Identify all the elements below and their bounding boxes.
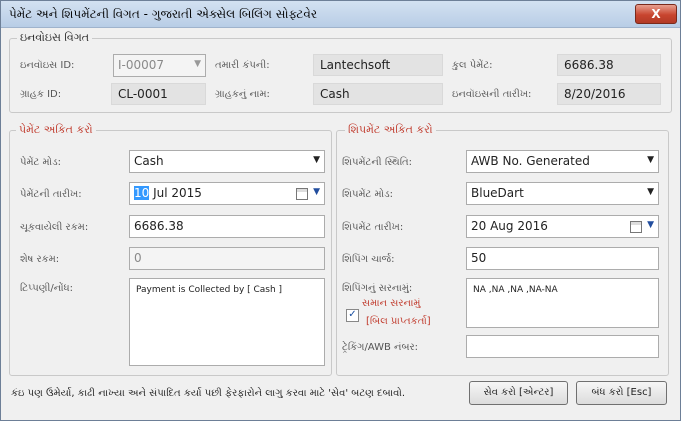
shipment-mode-value: BlueDart xyxy=(471,186,524,200)
customer-name-label: ગ્રાહકનું નામ: xyxy=(215,89,270,100)
save-button[interactable]: સેવ કરો [એન્ટર] xyxy=(469,381,568,405)
company-label: તમારી કંપની: xyxy=(215,60,270,71)
notes-label: ટિપ્પણી/નોંધ: xyxy=(20,283,74,294)
paid-amount-label: ચૂકવાયેલી રકમ: xyxy=(20,222,89,233)
close-button[interactable]: બંધ કરો [Esc] xyxy=(576,381,667,405)
paid-amount-input[interactable]: 6686.38 xyxy=(129,215,325,238)
chevron-down-icon[interactable]: ▼ xyxy=(647,220,654,230)
title-bar: પેમેંટ અને શિપમેંટની વિગત - ગુજરાતી એક્સ… xyxy=(1,1,680,28)
calendar-icon[interactable] xyxy=(630,221,642,233)
chevron-down-icon: ▼ xyxy=(313,155,320,165)
invoice-id-dropdown[interactable]: I-00007 ▼ xyxy=(113,54,206,77)
total-payment-label: કુલ પેમેંટ: xyxy=(452,60,493,71)
same-address-text-1: સમાન સરનામું xyxy=(362,298,421,309)
company-value: Lantechsoft xyxy=(313,54,443,76)
close-window-button[interactable]: X xyxy=(635,4,677,24)
customer-id-value: CL-0001 xyxy=(111,83,206,105)
total-payment-value: 6686.38 xyxy=(557,54,661,76)
payment-date-picker[interactable]: 10 Jul 2015 ▼ xyxy=(129,182,325,205)
shipment-mode-label: શિપમેંટ મોડ: xyxy=(342,189,393,200)
notes-textarea[interactable]: Payment is Collected by [ Cash ] xyxy=(129,278,325,366)
same-address-checkbox[interactable]: ✓ xyxy=(346,309,359,322)
same-address-text-2: [બિલ પ્રાપ્તકર્તા] xyxy=(366,316,431,327)
payment-date-rest: Jul 2015 xyxy=(149,186,202,200)
chevron-down-icon: ▼ xyxy=(647,187,654,197)
chevron-down-icon: ▼ xyxy=(647,155,654,165)
shipping-charge-label: શિપિંગ ચાર્જ: xyxy=(342,254,395,265)
payment-date-day: 10 xyxy=(134,186,150,200)
balance-amount-label: શેષ રકમ: xyxy=(20,254,60,265)
payment-date-label: પેમેંટની તારીખ: xyxy=(20,189,82,200)
payment-mode-dropdown[interactable]: Cash ▼ xyxy=(129,150,325,173)
shipment-mode-dropdown[interactable]: BlueDart ▼ xyxy=(466,182,659,205)
shipment-date-value: 20 Aug 2016 xyxy=(471,219,548,233)
shipment-heading: શિપમેંટ અંકિત કરો xyxy=(345,123,436,137)
payment-shipment-dialog: પેમેંટ અને શિપમેંટની વિગત - ગુજરાતી એક્સ… xyxy=(0,0,681,421)
shipping-charge-input[interactable]: 50 xyxy=(466,247,659,270)
tracking-number-input[interactable] xyxy=(466,335,659,358)
shipment-status-label: શિપમેંટની સ્થિતિ: xyxy=(342,157,412,168)
footer-hint: કંઇ પણ ઉમેર્યા, કાઢી નાખ્યા અને સંપાદિત … xyxy=(11,388,406,399)
invoice-date-label: ઇનવૉઇસની તારીખ: xyxy=(452,89,532,100)
shipment-status-value: AWB No. Generated xyxy=(471,154,590,168)
invoice-details-heading: ઇનવોઇસ વિગત xyxy=(17,31,93,45)
payment-mode-value: Cash xyxy=(134,154,164,168)
customer-id-label: ગ્રાહક ID: xyxy=(20,89,62,100)
shipment-date-picker[interactable]: 20 Aug 2016 ▼ xyxy=(466,215,659,238)
shipment-date-label: શિપમેંટ તારીખ: xyxy=(342,222,404,233)
invoice-date-value: 8/20/2016 xyxy=(557,83,661,105)
tracking-number-label: ટ્રેકિંગ/AWB નંબર: xyxy=(342,342,419,353)
chevron-down-icon: ▼ xyxy=(194,59,201,69)
shipping-address-label: શિપિંગનું સરનામું: xyxy=(342,283,413,294)
calendar-icon[interactable] xyxy=(296,188,308,200)
payment-mode-label: પેમેંટ મોડ: xyxy=(20,157,61,168)
shipping-address-textarea[interactable]: NA ,NA ,NA ,NA-NA xyxy=(466,278,659,328)
shipment-status-dropdown[interactable]: AWB No. Generated ▼ xyxy=(466,150,659,173)
invoice-id-label: ઇનવૉઇસ ID: xyxy=(20,60,75,71)
invoice-id-value: I-00007 xyxy=(118,58,165,72)
chevron-down-icon[interactable]: ▼ xyxy=(313,187,320,197)
customer-name-value: Cash xyxy=(313,83,443,105)
payment-heading: પેમેંટ અંકિત કરો xyxy=(16,123,96,137)
balance-amount-input: 0 xyxy=(129,247,325,270)
window-title: પેમેંટ અને શિપમેંટની વિગત - ગુજરાતી એક્સ… xyxy=(9,7,318,21)
